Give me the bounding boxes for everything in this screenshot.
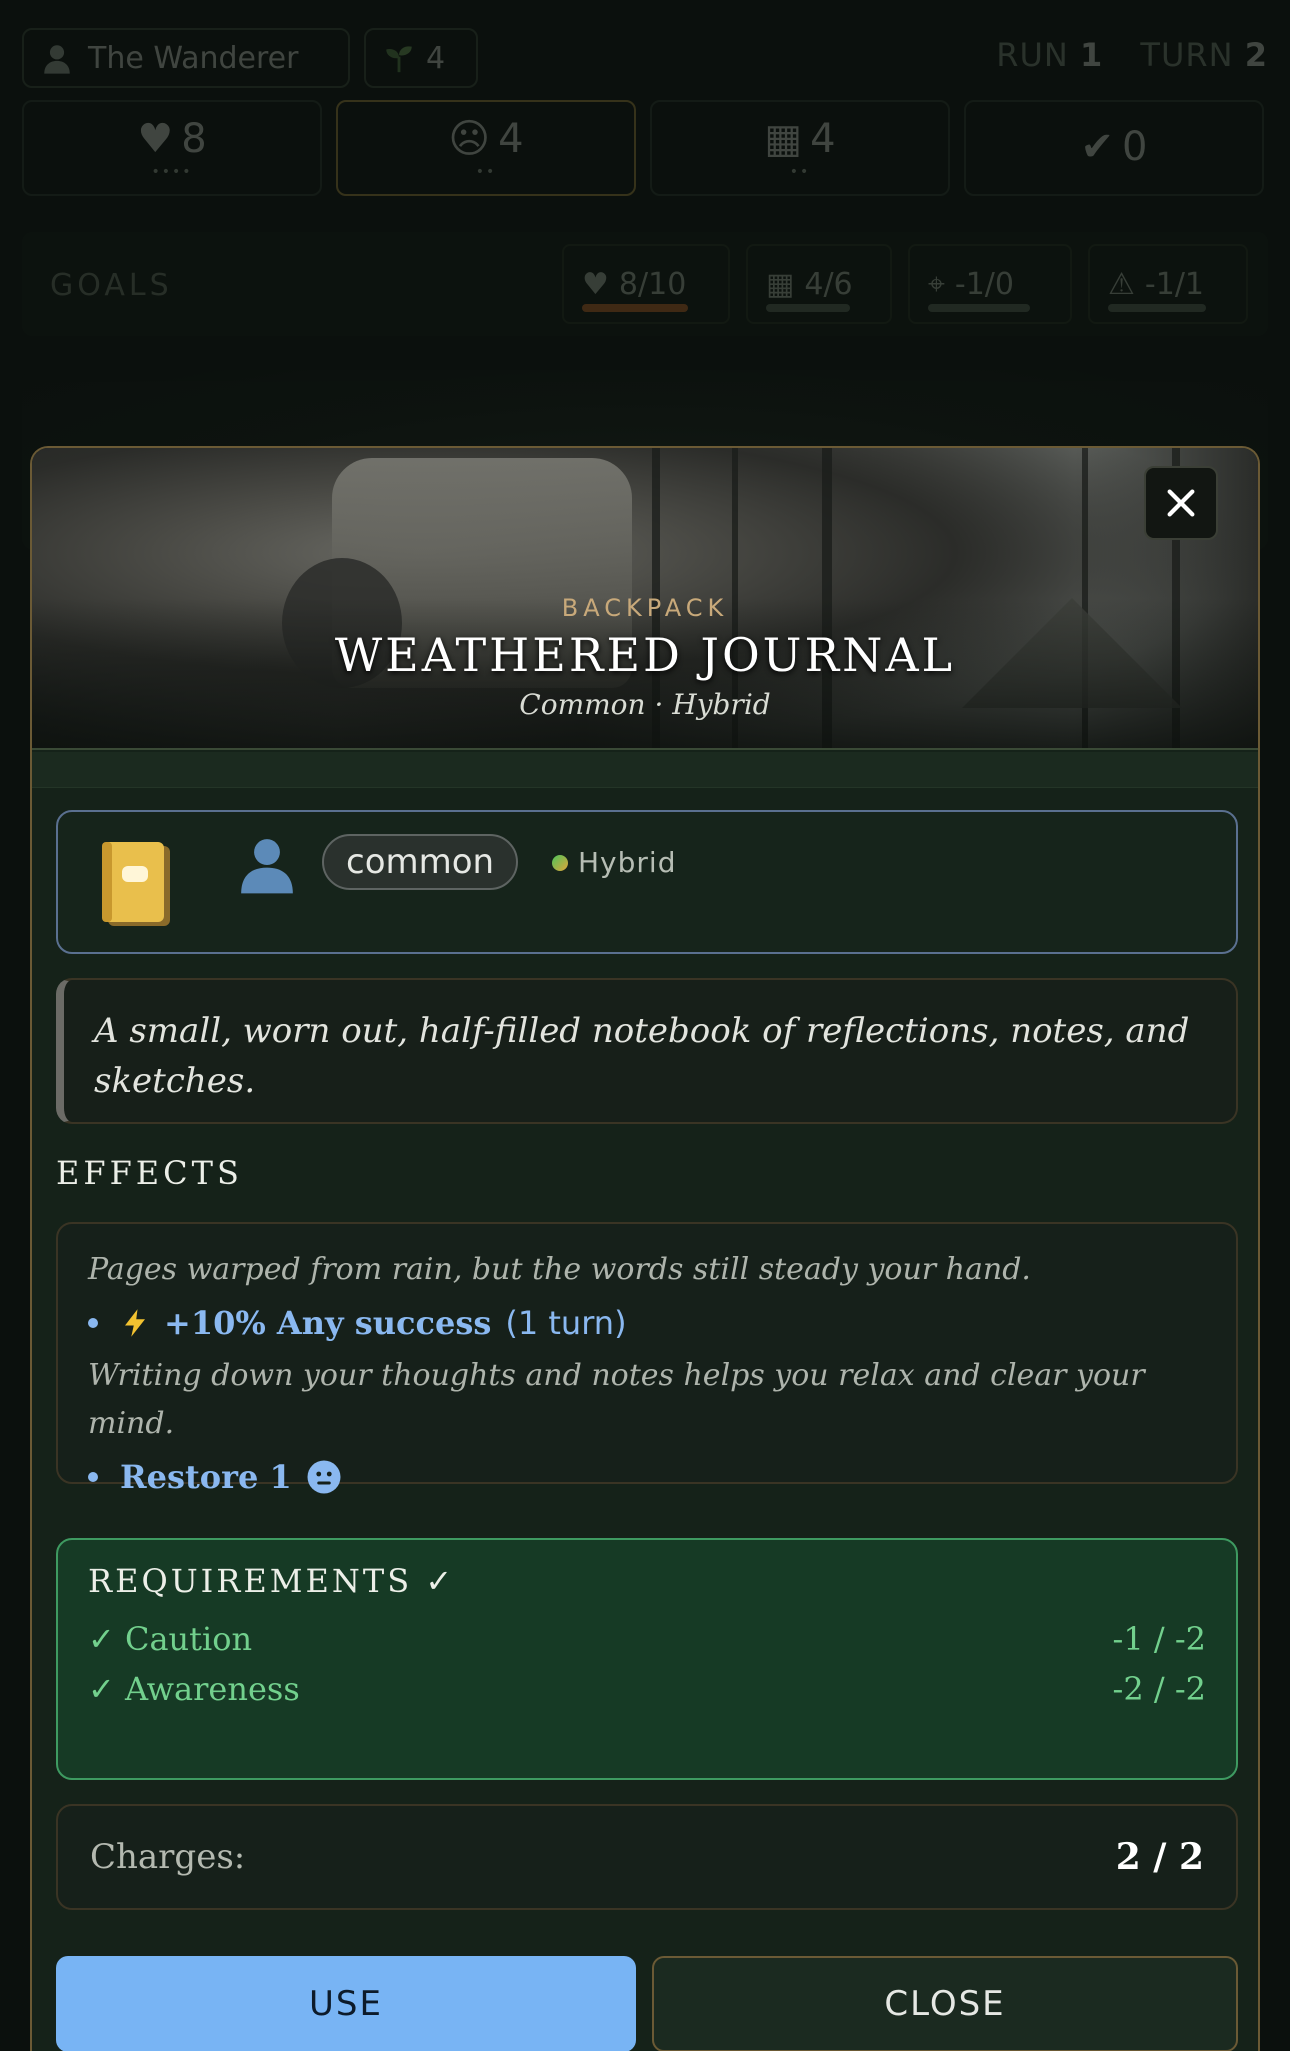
goal-value: 4/6	[804, 266, 853, 302]
item-heading: BACKPACK WEATHERED JOURNAL Common · Hybr…	[32, 594, 1258, 721]
goal-location[interactable]: ⌖ -1/0	[908, 244, 1072, 324]
hybrid-dot-icon	[552, 854, 568, 871]
stat-shelter[interactable]: ▦ 4 ••	[650, 100, 950, 196]
goal-value: 8/10	[618, 266, 687, 302]
turn-label: TURN	[1140, 36, 1234, 74]
top-bar: The Wanderer 4 RUN 1 TURN 2	[22, 28, 1268, 88]
divider-strip	[32, 752, 1258, 788]
goal-value: -1/0	[954, 266, 1014, 302]
item-title: WEATHERED JOURNAL	[334, 628, 956, 682]
requirements-card: REQUIREMENTS ✓ ✓ Caution -1 / -2 ✓ Aware…	[56, 1538, 1238, 1780]
check-badge-icon: ✔	[1080, 124, 1115, 170]
goal-health[interactable]: ♥ 8/10	[562, 244, 730, 324]
item-type: Hybrid	[552, 846, 676, 879]
goal-value: -1/1	[1144, 266, 1205, 302]
item-category: BACKPACK	[561, 594, 729, 622]
goal-progress-bar	[766, 304, 850, 312]
stat-health[interactable]: ♥ 8 ••••	[22, 100, 322, 196]
item-description: A small, worn out, half-filled notebook …	[56, 978, 1238, 1124]
sprout-icon	[386, 46, 412, 73]
stat-completed[interactable]: ✔ 0	[964, 100, 1264, 196]
stat-mood[interactable]: ☹ 4 ••	[336, 100, 636, 196]
item-subtitle: Common · Hybrid	[519, 688, 771, 721]
effect-line: Restore 1	[88, 1448, 1206, 1506]
stat-value: 4	[810, 116, 836, 162]
action-buttons: USE CLOSE	[56, 1956, 1238, 2051]
goal-danger[interactable]: ⚠ -1/1	[1088, 244, 1248, 324]
sprout-count-pill[interactable]: 4	[364, 28, 478, 88]
close-button[interactable]: CLOSE	[652, 1956, 1238, 2051]
requirement-value: -1 / -2	[1112, 1620, 1206, 1658]
pin-icon: ⌖	[928, 266, 945, 302]
stats-row: ♥ 8 •••• ☹ 4 •• ▦ 4 •• ✔ 0	[22, 100, 1268, 196]
goal-shelter[interactable]: ▦ 4/6	[746, 244, 892, 324]
face-icon	[307, 1460, 341, 1494]
goal-progress-bar	[928, 304, 1030, 312]
requirement-row: ✓ Caution -1 / -2	[88, 1614, 1206, 1664]
turn-value: 2	[1244, 36, 1268, 74]
goals-panel: GOALS ♥ 8/10 ▦ 4/6 ⌖ -1/0 ⚠ -1/1	[22, 232, 1268, 336]
effect-flavor-text: Writing down your thoughts and notes hel…	[88, 1358, 1145, 1441]
effect-text: +10% Any success	[164, 1304, 492, 1342]
item-type-label: Hybrid	[578, 846, 677, 879]
person-icon	[44, 45, 70, 74]
player-name-pill[interactable]: The Wanderer	[22, 28, 350, 88]
heart-icon: ♥	[582, 266, 609, 302]
goal-progress-bar	[582, 304, 688, 312]
charges-value: 2 / 2	[1115, 1836, 1204, 1878]
close-icon-button[interactable]	[1144, 466, 1218, 540]
stat-value: 0	[1122, 124, 1148, 170]
effect-duration: (1 turn)	[505, 1304, 627, 1342]
run-turn-display: RUN 1 TURN 2	[996, 36, 1268, 74]
item-hero-banner: BACKPACK WEATHERED JOURNAL Common · Hybr…	[32, 448, 1258, 750]
notebook-icon	[102, 842, 170, 926]
sprout-count: 4	[426, 40, 446, 76]
close-icon	[1167, 489, 1195, 517]
bullet	[88, 1318, 98, 1328]
requirement-row: ✓ Awareness -2 / -2	[88, 1664, 1206, 1714]
goal-progress-bar	[1108, 304, 1206, 312]
run-value: 1	[1079, 36, 1104, 74]
bullet	[88, 1472, 98, 1482]
requirement-label: ✓ Awareness	[88, 1670, 300, 1708]
rarity-badge: common	[322, 834, 519, 890]
item-info-card: common Hybrid	[56, 810, 1238, 954]
heart-icon: ♥	[137, 116, 174, 162]
stat-dots: ••	[475, 164, 497, 180]
item-modal: BACKPACK WEATHERED JOURNAL Common · Hybr…	[30, 446, 1260, 2051]
effect-line: +10% Any success (1 turn)	[88, 1294, 1206, 1352]
goals-label: GOALS	[50, 268, 173, 303]
stat-value: 4	[498, 116, 524, 162]
use-button[interactable]: USE	[56, 1956, 636, 2051]
stat-dots: ••	[789, 164, 811, 180]
shelter-icon: ▦	[766, 266, 795, 302]
face-icon: ☹	[448, 116, 491, 162]
stat-value: 8	[181, 116, 207, 162]
requirement-value: -2 / -2	[1112, 1670, 1206, 1708]
person-icon	[241, 839, 293, 894]
charges-label: Charges:	[90, 1837, 246, 1877]
effects-card: Pages warped from rain, but the words st…	[56, 1222, 1238, 1496]
requirement-label: ✓ Caution	[88, 1620, 253, 1658]
charges-card: Charges: 2 / 2	[56, 1804, 1238, 1910]
warning-icon: ⚠	[1108, 266, 1135, 302]
stat-dots: ••••	[151, 164, 193, 180]
shelter-icon: ▦	[764, 116, 803, 162]
lightning-icon	[125, 1309, 145, 1337]
effect-text: Restore 1	[120, 1458, 292, 1496]
requirements-heading: REQUIREMENTS ✓	[88, 1562, 456, 1600]
player-name: The Wanderer	[88, 40, 299, 76]
effect-flavor-text: Pages warped from rain, but the words st…	[88, 1252, 1031, 1287]
run-label: RUN	[996, 36, 1069, 74]
effects-heading: EFFECTS	[56, 1154, 243, 1192]
